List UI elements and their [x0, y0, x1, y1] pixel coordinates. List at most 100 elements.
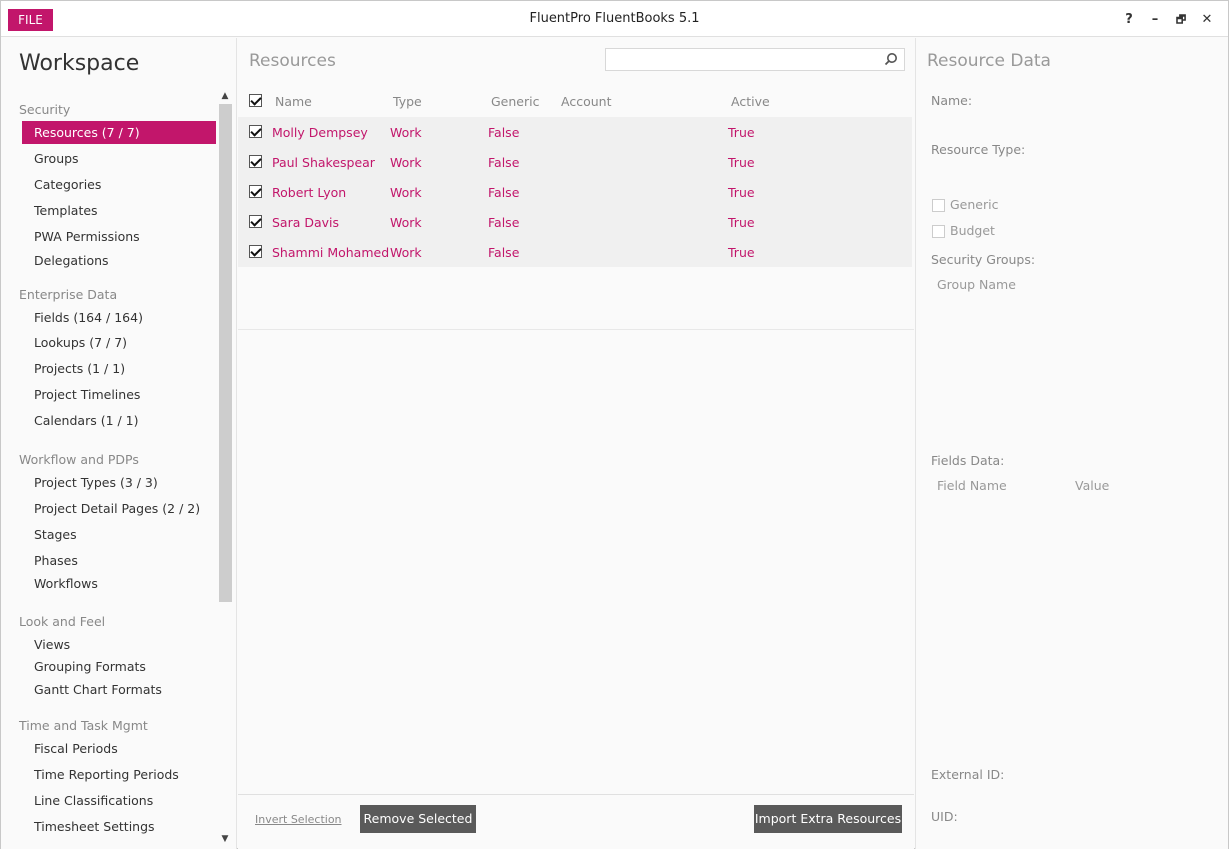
help-icon[interactable]: ?: [1120, 11, 1138, 29]
table-row[interactable]: Shammi Mohamed Work False True: [238, 237, 912, 267]
generic-checkbox[interactable]: [932, 199, 945, 212]
cell-name: Paul Shakespear: [272, 155, 375, 170]
cell-type: Work: [390, 125, 422, 140]
sidebar-item-project-timelines[interactable]: Project Timelines: [22, 383, 216, 406]
sidebar-item-projects[interactable]: Projects (1 / 1): [22, 357, 216, 380]
cell-type: Work: [390, 155, 422, 170]
footer-divider: [238, 794, 914, 795]
column-header-type[interactable]: Type: [393, 94, 422, 109]
cell-generic: False: [488, 185, 520, 200]
group-name-column[interactable]: Group Name: [937, 277, 1016, 292]
name-label: Name:: [931, 93, 973, 108]
column-header-account[interactable]: Account: [561, 94, 611, 109]
row-checkbox[interactable]: [249, 125, 262, 138]
sidebar-item-grouping-formats[interactable]: Grouping Formats: [22, 655, 216, 678]
cell-name: Molly Dempsey: [272, 125, 368, 140]
cell-generic: False: [488, 215, 520, 230]
resource-data-title: Resource Data: [927, 51, 1051, 71]
grid-header: Name Type Generic Account Active: [238, 90, 914, 114]
cell-active: True: [728, 155, 755, 170]
cell-active: True: [728, 215, 755, 230]
close-icon[interactable]: ✕: [1198, 11, 1216, 29]
cell-active: True: [728, 185, 755, 200]
table-row[interactable]: Molly Dempsey Work False True: [238, 117, 912, 147]
cell-generic: False: [488, 245, 520, 260]
nav-section-heading: Security: [19, 102, 71, 117]
scroll-thumb[interactable]: [219, 104, 232, 602]
restore-icon[interactable]: 🗗: [1172, 11, 1190, 29]
sidebar-item-phases[interactable]: Phases: [22, 549, 216, 572]
workspace-title: Workspace: [19, 51, 140, 76]
column-header-generic[interactable]: Generic: [491, 94, 539, 109]
sidebar-item-delegations[interactable]: Delegations: [22, 249, 216, 272]
minimize-icon[interactable]: –: [1146, 11, 1164, 29]
resource-type-label: Resource Type:: [931, 142, 1026, 157]
search-icon[interactable]: [884, 52, 898, 66]
invert-selection-link[interactable]: Invert Selection: [255, 813, 342, 826]
cell-name: Sara Davis: [272, 215, 340, 230]
cell-generic: False: [488, 125, 520, 140]
import-extra-resources-button[interactable]: Import Extra Resources: [754, 805, 902, 833]
row-checkbox[interactable]: [249, 245, 262, 258]
sidebar-item-fields[interactable]: Fields (164 / 164): [22, 306, 216, 329]
cell-name: Shammi Mohamed: [272, 245, 390, 260]
sidebar-item-stages[interactable]: Stages: [22, 523, 216, 546]
cell-type: Work: [390, 185, 422, 200]
budget-label: Budget: [950, 223, 995, 238]
sidebar-item-pwa-permissions[interactable]: PWA Permissions: [22, 225, 216, 248]
cell-generic: False: [488, 155, 520, 170]
sidebar-scrollbar[interactable]: ▲ ▼: [218, 90, 232, 845]
remove-selected-button[interactable]: Remove Selected: [360, 805, 476, 833]
sidebar-item-line-classifications[interactable]: Line Classifications: [22, 789, 216, 812]
cell-type: Work: [390, 215, 422, 230]
field-name-column[interactable]: Field Name: [937, 478, 1007, 493]
row-checkbox[interactable]: [249, 155, 262, 168]
value-column[interactable]: Value: [1075, 478, 1109, 493]
cell-type: Work: [390, 245, 422, 260]
workspace-sidebar: Workspace Security Resources (7 / 7) Group…: [1, 38, 237, 849]
column-header-active[interactable]: Active: [731, 94, 770, 109]
sidebar-item-categories[interactable]: Categories: [22, 173, 216, 196]
select-all-checkbox[interactable]: [249, 94, 262, 107]
nav-section-heading: Time and Task Mgmt: [19, 718, 148, 733]
row-checkbox[interactable]: [249, 185, 262, 198]
generic-label: Generic: [950, 197, 999, 212]
sidebar-item-lookups[interactable]: Lookups (7 / 7): [22, 331, 216, 354]
sidebar-item-resources[interactable]: Resources (7 / 7): [22, 121, 216, 144]
search-input[interactable]: [605, 48, 905, 71]
table-row[interactable]: Paul Shakespear Work False True: [238, 147, 912, 177]
sidebar-item-workflows[interactable]: Workflows: [22, 572, 216, 595]
scroll-up-icon[interactable]: ▲: [218, 90, 232, 102]
table-row[interactable]: Sara Davis Work False True: [238, 207, 912, 237]
sidebar-item-groups[interactable]: Groups: [22, 147, 216, 170]
fields-data-label: Fields Data:: [931, 453, 1005, 468]
sidebar-item-fiscal-periods[interactable]: Fiscal Periods: [22, 737, 216, 760]
scroll-down-icon[interactable]: ▼: [218, 833, 232, 845]
cell-active: True: [728, 125, 755, 140]
app-window: FILE FluentPro FluentBooks 5.1 ? – 🗗 ✕ W…: [0, 0, 1229, 849]
sidebar-item-templates[interactable]: Templates: [22, 199, 216, 222]
sidebar-item-calendars[interactable]: Calendars (1 / 1): [22, 409, 216, 432]
table-row[interactable]: Robert Lyon Work False True: [238, 177, 912, 207]
title-bar: FILE FluentPro FluentBooks 5.1 ? – 🗗 ✕: [1, 1, 1228, 37]
window-title: FluentPro FluentBooks 5.1: [529, 11, 700, 26]
nav-section-heading: Enterprise Data: [19, 287, 118, 302]
row-checkbox[interactable]: [249, 215, 262, 228]
sidebar-item-views[interactable]: Views: [22, 633, 216, 656]
column-header-name[interactable]: Name: [275, 94, 312, 109]
nav-section-heading: Look and Feel: [19, 614, 106, 629]
sidebar-item-gantt-chart-formats[interactable]: Gantt Chart Formats: [22, 678, 216, 701]
security-groups-label: Security Groups:: [931, 252, 1036, 267]
resources-panel: Resources Name Type Generic Account Acti…: [238, 38, 914, 849]
sidebar-item-project-types[interactable]: Project Types (3 / 3): [22, 471, 216, 494]
sidebar-item-time-reporting-periods[interactable]: Time Reporting Periods: [22, 763, 216, 786]
page-title: Resources: [249, 51, 336, 71]
cell-active: True: [728, 245, 755, 260]
external-id-label: External ID:: [931, 767, 1005, 782]
uid-label: UID:: [931, 809, 958, 824]
grid-divider: [238, 329, 914, 330]
sidebar-item-timesheet-settings[interactable]: Timesheet Settings: [22, 815, 216, 838]
nav-section-heading: Workflow and PDPs: [19, 452, 139, 467]
sidebar-item-project-detail-pages[interactable]: Project Detail Pages (2 / 2): [22, 497, 216, 520]
budget-checkbox[interactable]: [932, 225, 945, 238]
